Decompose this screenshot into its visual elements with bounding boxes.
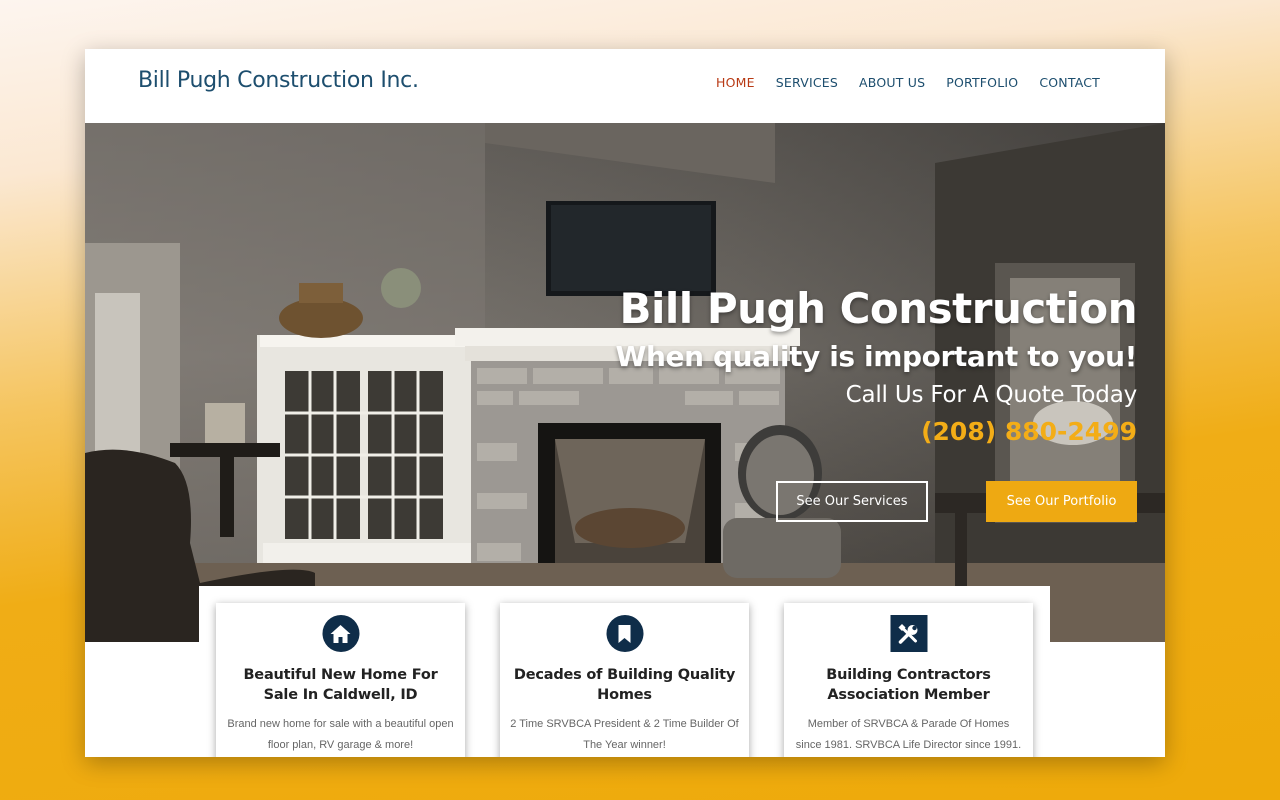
feature-text: 2 Time SRVBCA President & 2 Time Builder… [510,718,739,751]
website-frame: Bill Pugh Construction Inc. HOME SERVICE… [85,49,1165,757]
see-services-button[interactable]: See Our Services [776,481,928,522]
bookmark-icon [606,615,643,652]
feature-card-home-for-sale[interactable]: Beautiful New Home For Sale In Caldwell,… [216,603,465,757]
hero-call-text: Call Us For A Quote Today [845,382,1138,408]
feature-title: Beautiful New Home For Sale In Caldwell,… [243,667,438,703]
nav-about-us[interactable]: ABOUT US [859,75,925,90]
hero-text-block: Bill Pugh Construction When quality is i… [615,283,1137,451]
hero-title: Bill Pugh Construction [619,284,1138,333]
main-nav: HOME SERVICES ABOUT US PORTFOLIO CONTACT [716,75,1100,90]
nav-contact[interactable]: CONTACT [1039,75,1100,90]
hero-banner: Bill Pugh Construction When quality is i… [85,123,1165,642]
feature-text: Member of SRVBCA & Parade Of Homes since… [795,718,1022,751]
hero-subtitle: When quality is important to you! [615,340,1137,373]
site-header: Bill Pugh Construction Inc. HOME SERVICE… [85,49,1165,123]
nav-services[interactable]: SERVICES [776,75,838,90]
feature-card-decades[interactable]: Decades of Building Quality Homes 2 Time… [500,603,749,757]
hero-phone-number[interactable]: (208) 880-2499 [615,413,1137,451]
see-portfolio-button[interactable]: See Our Portfolio [986,481,1137,522]
feature-card-association[interactable]: Building Contractors Association Member … [784,603,1033,757]
nav-portfolio[interactable]: PORTFOLIO [946,75,1018,90]
feature-title: Decades of Building Quality Homes [513,667,736,703]
site-logo[interactable]: Bill Pugh Construction Inc. [138,68,419,93]
feature-text: Brand new home for sale with a beautiful… [227,718,454,751]
home-icon [322,615,359,652]
feature-title: Building Contractors Association Member [826,667,991,703]
nav-home[interactable]: HOME [716,75,755,90]
tools-icon [890,615,927,652]
